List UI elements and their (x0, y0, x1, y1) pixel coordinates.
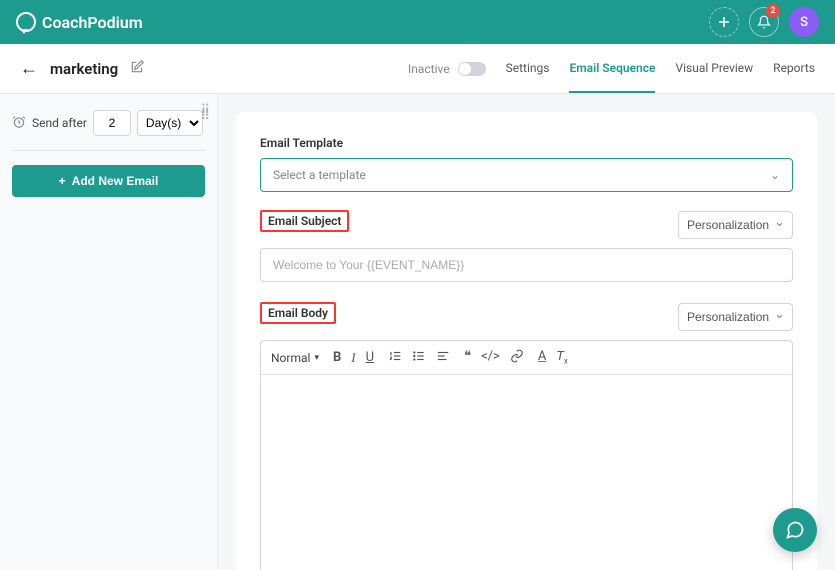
send-after-label: Send after (32, 116, 87, 130)
back-arrow-icon[interactable]: ← (20, 58, 38, 79)
brand-name: CoachPodium (42, 13, 143, 32)
chevron-down-icon: ▾ (314, 353, 319, 363)
plus-icon (718, 16, 730, 28)
editor-content-area[interactable] (261, 375, 792, 570)
body-personalization-select[interactable]: Personalization (678, 303, 793, 331)
sub-header: ← marketing Inactive Settings Email Sequ… (0, 44, 835, 94)
align-button[interactable] (436, 349, 450, 367)
send-after-input[interactable] (93, 110, 131, 136)
tab-reports[interactable]: Reports (773, 45, 815, 93)
status-toggle-group: Inactive (408, 62, 486, 76)
email-body-label: Email Body (260, 302, 336, 324)
main-panel: Email Template Select a template ⌄ Email… (218, 94, 835, 570)
body: ⠿⠿ Send after Day(s) + Add New Email Ema… (0, 94, 835, 570)
text-color-button[interactable]: A (538, 349, 546, 366)
notifications-button[interactable]: 2 (749, 7, 779, 37)
status-label: Inactive (408, 62, 450, 76)
ordered-list-button[interactable] (388, 349, 402, 367)
brand-logo[interactable]: CoachPodium (16, 12, 143, 32)
format-select[interactable]: Normal ▾ (271, 351, 319, 365)
brand-icon (16, 12, 36, 32)
italic-button[interactable]: I (351, 350, 355, 366)
tab-bar: Settings Email Sequence Visual Preview R… (506, 45, 815, 93)
pencil-icon (130, 60, 144, 74)
tab-email-sequence[interactable]: Email Sequence (569, 45, 655, 93)
clock-icon (12, 115, 26, 132)
subheader-right: Inactive Settings Email Sequence Visual … (408, 45, 815, 93)
edit-title-icon[interactable] (130, 60, 144, 78)
editor-toolbar: Normal ▾ B I U ❝ </> (261, 341, 792, 375)
link-button[interactable] (510, 349, 524, 367)
sidebar: ⠿⠿ Send after Day(s) + Add New Email (0, 94, 218, 570)
notification-badge: 2 (766, 4, 780, 18)
body-header-row: Email Body Personalization (260, 302, 793, 332)
tab-settings[interactable]: Settings (506, 45, 550, 93)
subject-personalization-select[interactable]: Personalization (678, 211, 793, 239)
email-subject-input[interactable] (260, 248, 793, 282)
send-after-unit-select[interactable]: Day(s) (137, 110, 203, 136)
add-new-email-button[interactable]: + Add New Email (12, 165, 205, 197)
subject-header-row: Email Subject Personalization (260, 210, 793, 240)
subheader-left: ← marketing (20, 58, 144, 79)
unordered-list-button[interactable] (412, 349, 426, 367)
help-chat-fab[interactable] (773, 508, 817, 552)
template-select[interactable]: Select a template ⌄ (260, 158, 793, 192)
plus-icon: + (59, 174, 66, 188)
add-button[interactable] (709, 7, 739, 37)
email-subject-label: Email Subject (260, 210, 349, 232)
quote-button[interactable]: ❝ (464, 349, 471, 367)
email-template-label: Email Template (260, 136, 343, 150)
bold-button[interactable]: B (333, 350, 341, 366)
drag-handle-icon[interactable]: ⠿⠿ (200, 108, 211, 120)
header-actions: 2 S (709, 7, 819, 37)
avatar-initial: S (800, 15, 808, 30)
tab-visual-preview[interactable]: Visual Preview (675, 45, 753, 93)
chat-icon (785, 520, 805, 540)
email-card: Email Template Select a template ⌄ Email… (236, 112, 817, 570)
page-title: marketing (50, 60, 118, 78)
code-button[interactable]: </> (481, 349, 500, 367)
add-new-email-label: Add New Email (72, 174, 159, 188)
status-toggle[interactable] (458, 62, 486, 76)
avatar[interactable]: S (789, 7, 819, 37)
top-header: CoachPodium 2 S (0, 0, 835, 44)
rich-text-editor: Normal ▾ B I U ❝ </> (260, 340, 793, 570)
send-after-row: Send after Day(s) (12, 110, 205, 151)
underline-button[interactable]: U (366, 350, 374, 366)
template-placeholder: Select a template (273, 168, 366, 182)
chevron-down-icon: ⌄ (770, 168, 780, 182)
clear-format-button[interactable]: Tx (556, 349, 568, 366)
